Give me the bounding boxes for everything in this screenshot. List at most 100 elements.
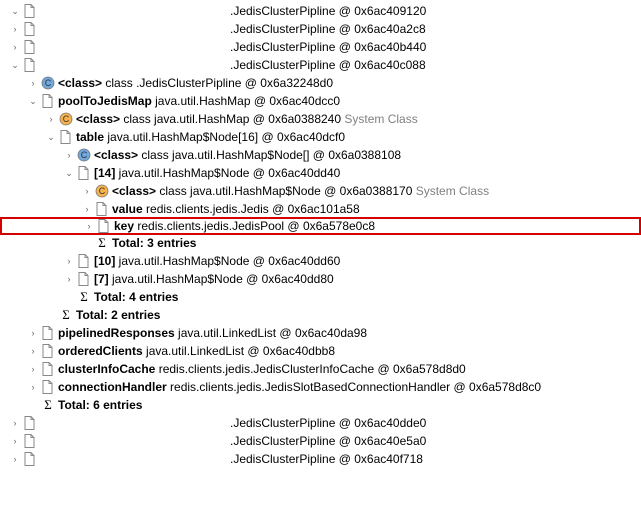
tree-row-label: .JedisClusterPipline @ 0x6ac40c088 xyxy=(40,58,426,72)
file-icon xyxy=(40,361,56,377)
tree-row[interactable]: ⌄table java.util.HashMap$Node[16] @ 0x6a… xyxy=(0,128,641,146)
tree-row[interactable]: › pipelinedResponses java.util.LinkedList… xyxy=(0,324,641,342)
tree-row-label: value redis.clients.jedis.Jedis @ 0x6ac1… xyxy=(112,202,360,216)
tree-row[interactable]: › connectionHandler redis.clients.jedis.J… xyxy=(0,378,641,396)
sigma-icon: Σ xyxy=(94,235,110,251)
tree-row-label: <class> class java.util.HashMap$Node @ 0… xyxy=(112,184,489,198)
tree-row[interactable]: › .JedisClusterPipline @ 0x6ac40a2c8 xyxy=(0,20,641,38)
tree-row-label: [10] java.util.HashMap$Node @ 0x6ac40dd6… xyxy=(94,254,340,268)
tree-row-label: Total: 4 entries xyxy=(94,290,178,304)
tree-row[interactable]: › [10] java.util.HashMap$Node @ 0x6ac40dd… xyxy=(0,252,641,270)
svg-text:C: C xyxy=(81,150,88,160)
expand-toggle[interactable]: › xyxy=(80,202,94,216)
expand-toggle[interactable]: › xyxy=(44,112,58,126)
tree-row[interactable]: › value redis.clients.jedis.Jedis @ 0x6ac… xyxy=(0,200,641,218)
expand-toggle[interactable]: › xyxy=(62,272,76,286)
file-icon xyxy=(40,379,56,395)
expand-toggle[interactable]: › xyxy=(62,254,76,268)
file-icon xyxy=(22,21,38,37)
tree-row-label: connectionHandler redis.clients.jedis.Je… xyxy=(58,380,541,394)
tree-row[interactable]: ›C<class> class java.util.HashMap @ 0x6a… xyxy=(0,110,641,128)
file-icon xyxy=(76,271,92,287)
file-icon xyxy=(96,218,112,234)
expand-toggle[interactable]: › xyxy=(8,452,22,466)
tree-row-label: key redis.clients.jedis.JedisPool @ 0x6a… xyxy=(114,219,375,233)
tree-row-label: [7] java.util.HashMap$Node @ 0x6ac40dd80 xyxy=(94,272,334,286)
collapse-toggle[interactable]: ⌄ xyxy=(8,58,22,72)
expand-toggle[interactable]: › xyxy=(26,344,40,358)
tree-row-label: <class> class java.util.HashMap @ 0x6a03… xyxy=(76,112,418,126)
tree-row[interactable]: ΣTotal: 2 entries xyxy=(0,306,641,324)
tree-row-label: .JedisClusterPipline @ 0x6ac40e5a0 xyxy=(40,434,426,448)
collapse-toggle[interactable]: ⌄ xyxy=(26,94,40,108)
expand-toggle[interactable]: › xyxy=(26,76,40,90)
tree-row[interactable]: › clusterInfoCache redis.clients.jedis.Je… xyxy=(0,360,641,378)
tree-row-label: .JedisClusterPipline @ 0x6ac40b440 xyxy=(40,40,426,54)
expand-toggle[interactable]: › xyxy=(26,380,40,394)
file-icon xyxy=(94,201,110,217)
tree-row-label: pipelinedResponses java.util.LinkedList … xyxy=(58,326,367,340)
file-icon xyxy=(40,343,56,359)
file-icon xyxy=(40,93,56,109)
class-icon: C xyxy=(40,75,56,91)
tree-row-label: <class> class java.util.HashMap$Node[] @… xyxy=(94,148,401,162)
tree-row-label: orderedClients java.util.LinkedList @ 0x… xyxy=(58,344,335,358)
sigma-icon: Σ xyxy=(58,307,74,323)
tree-row[interactable]: ⌄ poolToJedisMap java.util.HashMap @ 0x6a… xyxy=(0,92,641,110)
expand-toggle[interactable]: › xyxy=(8,40,22,54)
tree-row-label: poolToJedisMap java.util.HashMap @ 0x6ac… xyxy=(58,94,340,108)
collapse-toggle[interactable]: ⌄ xyxy=(44,130,58,144)
tree-row-label: .JedisClusterPipline @ 0x6ac40a2c8 xyxy=(40,22,426,36)
expand-toggle[interactable]: › xyxy=(8,416,22,430)
expand-toggle[interactable]: › xyxy=(26,362,40,376)
tree-row-label: Total: 3 entries xyxy=(112,236,196,250)
tree-row[interactable]: › .JedisClusterPipline @ 0x6ac40e5a0 xyxy=(0,432,641,450)
expand-toggle[interactable]: › xyxy=(8,22,22,36)
tree-row[interactable]: ⌄ [14] java.util.HashMap$Node @ 0x6ac40dd… xyxy=(0,164,641,182)
expand-toggle[interactable]: › xyxy=(80,184,94,198)
tree-row[interactable]: › orderedClients java.util.LinkedList @ 0… xyxy=(0,342,641,360)
tree-row[interactable]: ›C<class> class java.util.HashMap$Node @… xyxy=(0,182,641,200)
tree-row[interactable]: ⌄ .JedisClusterPipline @ 0x6ac409120 xyxy=(0,2,641,20)
tree-row[interactable]: › C <class> class .JedisClusterPipline @ 0… xyxy=(0,74,641,92)
tree-row[interactable]: ΣTotal: 3 entries xyxy=(0,234,641,252)
tree-row[interactable]: › .JedisClusterPipline @ 0x6ac40dde0 xyxy=(0,414,641,432)
file-icon xyxy=(22,3,38,19)
tree-row[interactable]: ΣTotal: 4 entries xyxy=(0,288,641,306)
file-icon xyxy=(22,433,38,449)
object-tree[interactable]: ⌄.JedisClusterPipline @ 0x6ac409120›.Jed… xyxy=(0,0,641,470)
tree-row[interactable]: › [7] java.util.HashMap$Node @ 0x6ac40dd8… xyxy=(0,270,641,288)
tree-row[interactable]: › C <class> class java.util.HashMap$Node[]… xyxy=(0,146,641,164)
file-icon xyxy=(76,165,92,181)
file-icon xyxy=(58,129,74,145)
collapse-toggle[interactable]: ⌄ xyxy=(8,4,22,18)
collapse-toggle[interactable]: ⌄ xyxy=(62,166,76,180)
tree-row[interactable]: › key redis.clients.jedis.JedisPool @ 0x6… xyxy=(0,217,641,235)
tree-row-label: .JedisClusterPipline @ 0x6ac409120 xyxy=(40,4,426,18)
tree-row[interactable]: › .JedisClusterPipline @ 0x6ac40b440 xyxy=(0,38,641,56)
file-icon xyxy=(22,451,38,467)
tree-row-label: [14] java.util.HashMap$Node @ 0x6ac40dd4… xyxy=(94,166,340,180)
tree-row-label: Total: 2 entries xyxy=(76,308,160,322)
class-icon: C xyxy=(58,111,74,127)
tree-row[interactable]: ›.JedisClusterPipline @ 0x6ac40f718 xyxy=(0,450,641,468)
expand-toggle[interactable]: › xyxy=(62,148,76,162)
class-icon: C xyxy=(94,183,110,199)
expand-toggle[interactable]: › xyxy=(8,434,22,448)
sigma-icon: Σ xyxy=(76,289,92,305)
expand-toggle[interactable]: › xyxy=(26,326,40,340)
tree-row-label: Total: 6 entries xyxy=(58,398,142,412)
tree-row-label: .JedisClusterPipline @ 0x6ac40dde0 xyxy=(40,416,426,430)
file-icon xyxy=(40,325,56,341)
file-icon xyxy=(22,57,38,73)
sigma-icon: Σ xyxy=(40,397,56,413)
file-icon xyxy=(76,253,92,269)
tree-row-label: <class> class .JedisClusterPipline @ 0x6… xyxy=(58,76,333,90)
expand-toggle[interactable]: › xyxy=(82,219,96,233)
tree-row-label: clusterInfoCache redis.clients.jedis.Jed… xyxy=(58,362,466,376)
tree-row[interactable]: ΣTotal: 6 entries xyxy=(0,396,641,414)
class-icon: C xyxy=(76,147,92,163)
file-icon xyxy=(22,39,38,55)
tree-row[interactable]: ⌄ .JedisClusterPipline @ 0x6ac40c088 xyxy=(0,56,641,74)
svg-text:C: C xyxy=(45,78,52,88)
